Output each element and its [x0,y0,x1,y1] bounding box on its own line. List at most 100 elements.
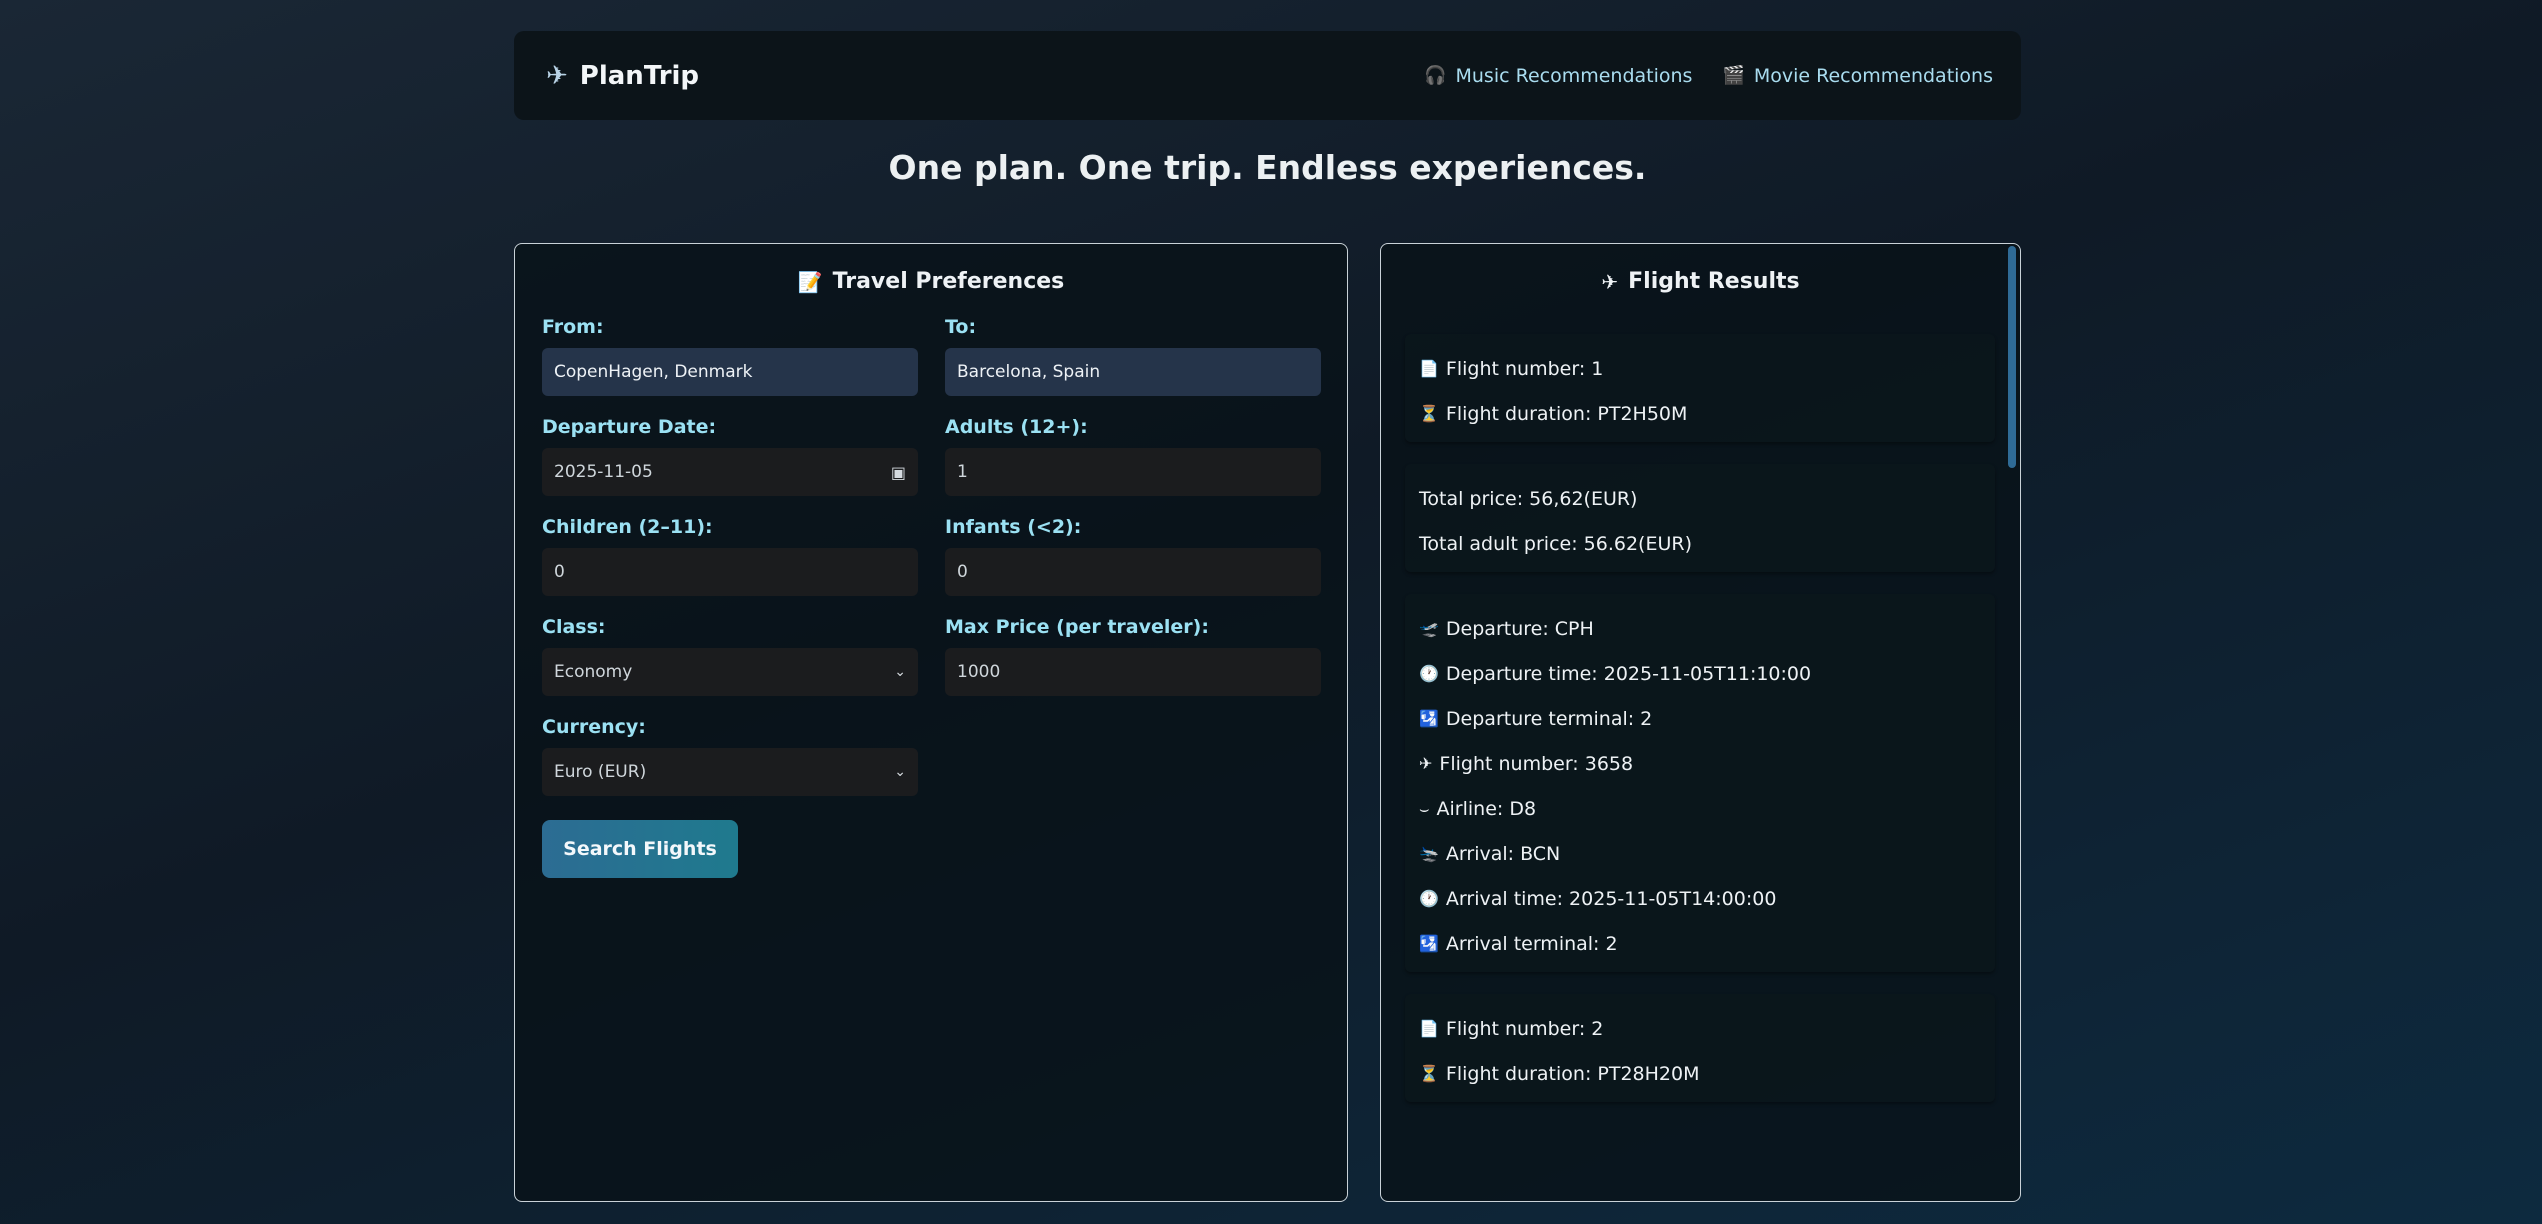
chevron-down-icon: ⌄ [894,764,906,780]
calendar-icon[interactable]: ▣ [891,463,906,482]
currency-field: Currency: Euro (EUR) ⌄ [542,716,918,816]
class-select[interactable]: Economy ⌄ [542,648,918,696]
airplane-icon: ✈ [546,60,568,91]
class-field: Class: Economy ⌄ [542,616,918,716]
results-list: 📄 Flight number: 1 ⏳ Flight duration: PT… [1405,334,1995,1124]
result-text: Arrival time: 2025-11-05T14:00:00 [1445,887,1777,910]
result-text: Departure terminal: 2 [1445,707,1653,730]
brand-name: PlanTrip [579,60,700,91]
flight-summary-card: 📄 Flight number: 1 ⏳ Flight duration: PT… [1405,334,1995,442]
children-field: Children (2–11): 0 [542,516,918,616]
result-text: Flight number: 1 [1445,357,1604,380]
arrival-icon: 🛬 [1419,844,1439,863]
adults-value: 1 [957,462,968,482]
to-field: To: Barcelona, Spain [945,316,1321,416]
departure-date-value: 2025-11-05 [554,462,653,482]
result-line: 🕐 Arrival time: 2025-11-05T14:00:00 [1419,876,1981,921]
result-line: 🕐 Departure time: 2025-11-05T11:10:00 [1419,651,1981,696]
to-label: To: [945,316,977,338]
nav-music-label: Music Recommendations [1455,64,1693,87]
infants-label: Infants (<2): [945,516,1082,538]
travel-preferences-title-text: Travel Preferences [832,269,1065,294]
flight-results-title: ✈ Flight Results [1381,269,2020,294]
result-text: Arrival: BCN [1445,842,1561,865]
from-field: From: CopenHagen, Denmark [542,316,918,416]
result-text: Flight number: 3658 [1439,752,1634,775]
departure-date-input[interactable]: 2025-11-05 ▣ [542,448,918,496]
to-input[interactable]: Barcelona, Spain [945,348,1321,396]
to-input-value: Barcelona, Spain [957,362,1101,382]
currency-value: Euro (EUR) [554,762,647,782]
max-price-value: 1000 [957,662,1001,682]
children-value: 0 [554,562,565,582]
hourglass-icon: ⏳ [1419,404,1439,423]
travel-preferences-panel: 📝 Travel Preferences From: CopenHagen, D… [514,243,1348,1202]
clapperboard-icon: 🎬 [1722,65,1745,86]
departure-date-label: Departure Date: [542,416,717,438]
adults-input[interactable]: 1 [945,448,1321,496]
flight-results-panel[interactable]: ✈ Flight Results 📄 Flight number: 1 ⏳ Fl… [1380,243,2021,1202]
result-text: Airline: D8 [1436,797,1537,820]
result-line: ⏳ Flight duration: PT28H20M [1419,1051,1981,1096]
result-text: Departure time: 2025-11-05T11:10:00 [1445,662,1812,685]
children-input[interactable]: 0 [542,548,918,596]
results-scrollbar[interactable] [2008,246,2016,468]
preferences-form: From: CopenHagen, Denmark To: Barcelona,… [542,316,1322,816]
result-line: 📄 Flight number: 1 [1419,346,1981,391]
departure-icon: 🛫 [1419,619,1439,638]
max-price-input[interactable]: 1000 [945,648,1321,696]
flight-summary-card: 📄 Flight number: 2 ⏳ Flight duration: PT… [1405,994,1995,1102]
adults-label: Adults (12+): [945,416,1088,438]
navbar: ✈ PlanTrip 🎧 Music Recommendations 🎬 Mov… [514,31,2021,120]
terminal-icon: 🛂 [1419,709,1439,728]
travel-preferences-title: 📝 Travel Preferences [515,269,1347,294]
max-price-field: Max Price (per traveler): 1000 [945,616,1321,716]
class-label: Class: [542,616,606,638]
result-line: Total adult price: 56.62(EUR) [1419,521,1981,566]
headphones-icon: 🎧 [1424,65,1447,86]
children-label: Children (2–11): [542,516,713,538]
nav-movie-label: Movie Recommendations [1753,64,1993,87]
from-input-value: CopenHagen, Denmark [554,362,753,382]
currency-label: Currency: [542,716,646,738]
hourglass-icon: ⏳ [1419,1064,1439,1083]
result-line: Total price: 56,62(EUR) [1419,476,1981,521]
infants-field: Infants (<2): 0 [945,516,1321,616]
clock-icon: 🕐 [1419,664,1439,683]
class-value: Economy [554,662,633,682]
departure-date-field: Departure Date: 2025-11-05 ▣ [542,416,918,516]
nav-movie-recommendations[interactable]: 🎬 Movie Recommendations [1722,65,1993,87]
infants-input[interactable]: 0 [945,548,1321,596]
result-line: ⌣ Airline: D8 [1419,786,1981,831]
airline-icon: ⌣ [1419,798,1430,818]
brand[interactable]: ✈ PlanTrip [546,61,699,91]
result-line: ✈ Flight number: 3658 [1419,741,1981,786]
terminal-icon: 🛂 [1419,934,1439,953]
currency-select[interactable]: Euro (EUR) ⌄ [542,748,918,796]
result-line: 📄 Flight number: 2 [1419,1006,1981,1051]
result-line: 🛂 Departure terminal: 2 [1419,696,1981,741]
result-text: Flight duration: PT28H20M [1445,1062,1700,1085]
nav-music-recommendations[interactable]: 🎧 Music Recommendations [1424,65,1692,87]
search-flights-button[interactable]: Search Flights [542,820,738,878]
from-label: From: [542,316,604,338]
result-text: Flight duration: PT2H50M [1445,402,1688,425]
page-icon: 📄 [1419,359,1439,378]
result-line: ⏳ Flight duration: PT2H50M [1419,391,1981,436]
tagline: One plan. One trip. Endless experiences. [888,148,1647,187]
result-line: 🛂 Arrival terminal: 2 [1419,921,1981,966]
result-text: Total price: 56,62(EUR) [1419,487,1638,510]
flight-results-title-text: Flight Results [1628,269,1800,294]
airplane-icon: ✈ [1601,269,1619,294]
from-input[interactable]: CopenHagen, Denmark [542,348,918,396]
result-line: 🛫 Departure: CPH [1419,606,1981,651]
result-text: Arrival terminal: 2 [1445,932,1618,955]
result-line: 🛬 Arrival: BCN [1419,831,1981,876]
airplane-icon: ✈ [1419,754,1433,773]
max-price-label: Max Price (per traveler): [945,616,1209,638]
result-text: Flight number: 2 [1445,1017,1604,1040]
segment-card: 🛫 Departure: CPH 🕐 Departure time: 2025-… [1405,594,1995,972]
adults-field: Adults (12+): 1 [945,416,1321,516]
page-icon: 📄 [1419,1019,1439,1038]
clock-icon: 🕐 [1419,889,1439,908]
